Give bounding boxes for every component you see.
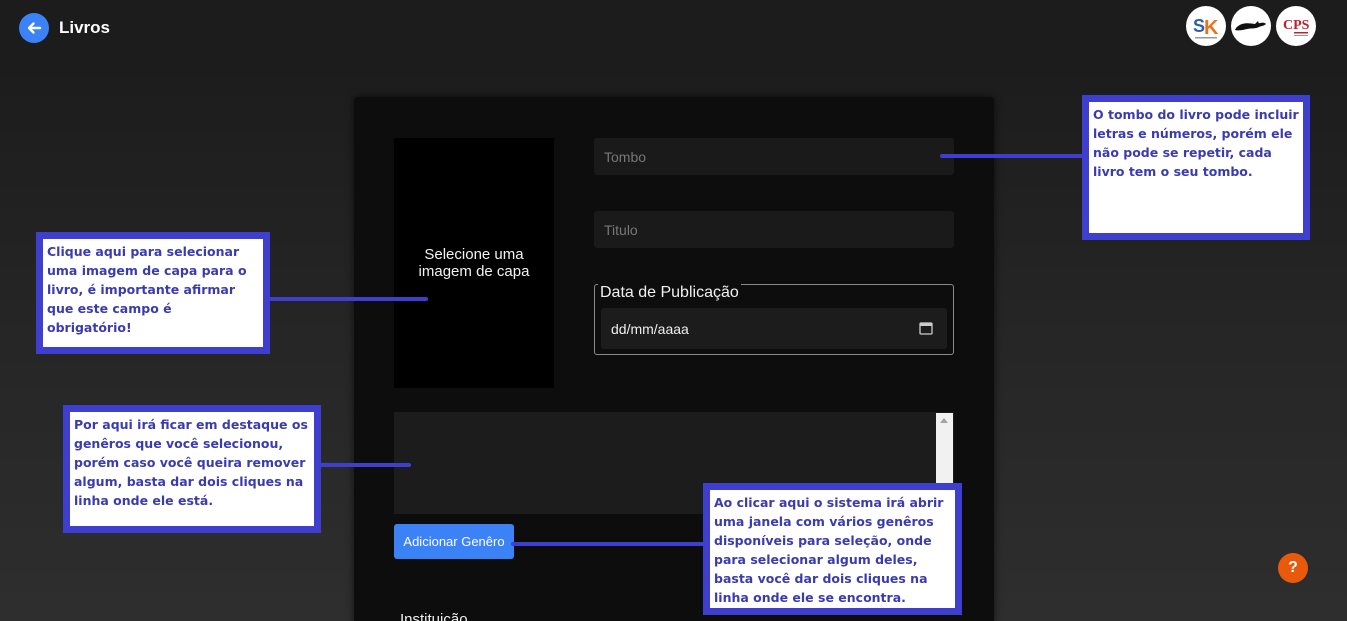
add-genre-annotation: Ao clicar aqui o sistema irá abrir uma j… bbox=[703, 483, 962, 615]
scroll-up-arrow-icon[interactable] bbox=[940, 418, 948, 423]
top-bar: Livros S K CPS bbox=[0, 0, 1347, 57]
logo-cps: CPS bbox=[1276, 6, 1316, 46]
genres-annotation: Por aqui irá ficar em destaque os genêro… bbox=[63, 405, 321, 533]
tombo-annotation-connector bbox=[940, 154, 1085, 158]
calendar-icon[interactable] bbox=[919, 321, 933, 335]
page-title: Livros bbox=[59, 18, 111, 37]
cover-image-picker[interactable]: Selecione uma imagem de capa bbox=[394, 138, 554, 388]
publication-date-legend: Data de Publicação bbox=[598, 284, 741, 302]
add-genre-annotation-connector bbox=[511, 542, 707, 546]
publication-date-input[interactable]: dd/mm/aaaa bbox=[601, 308, 947, 349]
svg-text:K: K bbox=[1204, 17, 1219, 39]
cover-image-label: Selecione uma imagem de capa bbox=[418, 246, 530, 280]
logo-panther bbox=[1231, 6, 1271, 46]
genres-annotation-connector bbox=[318, 463, 411, 467]
tombo-input[interactable] bbox=[594, 138, 954, 175]
cover-annotation: Clique aqui para selecionar uma imagem d… bbox=[36, 232, 270, 354]
arrow-left-icon bbox=[27, 22, 42, 34]
help-icon: ? bbox=[1288, 559, 1298, 576]
institution-label: Instituição bbox=[400, 611, 468, 621]
add-genre-button[interactable]: Adicionar Genêro bbox=[394, 524, 514, 559]
publication-date-value: dd/mm/aaaa bbox=[611, 321, 689, 337]
cover-annotation-connector bbox=[265, 297, 428, 301]
help-button[interactable]: ? bbox=[1278, 553, 1308, 583]
tombo-annotation: O tombo do livro pode incluir letras e n… bbox=[1082, 95, 1310, 240]
titulo-input[interactable] bbox=[594, 211, 954, 248]
back-button[interactable] bbox=[19, 13, 49, 43]
logo-sk: S K bbox=[1186, 6, 1226, 46]
svg-text:CPS: CPS bbox=[1283, 18, 1310, 33]
